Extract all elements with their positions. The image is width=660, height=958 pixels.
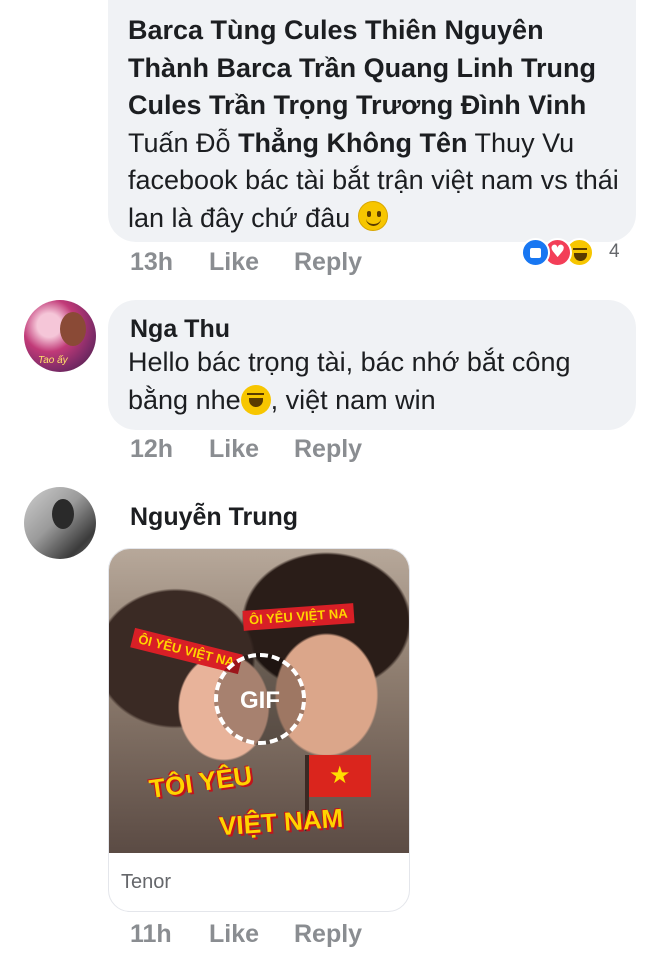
like-button[interactable]: Like xyxy=(209,248,259,277)
comment-author[interactable]: Nga Thu xyxy=(130,315,230,344)
reply-button[interactable]: Reply xyxy=(294,248,362,277)
mentioned-names[interactable]: Barca Tùng Cules Thiên Nguyên Thành Barc… xyxy=(128,15,596,120)
comment-author[interactable]: Nguyễn Trung xyxy=(130,503,298,532)
reaction-count: 4 xyxy=(609,241,620,262)
gif-image[interactable]: ÔI YÊU VIỆT NA ÔI YÊU VIỆT NA TÔI YÊU VI… xyxy=(109,549,409,853)
comment-timestamp[interactable]: 13h xyxy=(130,248,173,277)
headband-text: ÔI YÊU VIỆT NA xyxy=(242,603,355,631)
mention-name[interactable]: Tuấn Đỗ xyxy=(128,128,238,158)
gif-source-label[interactable]: Tenor xyxy=(121,871,171,894)
gif-badge-label: GIF xyxy=(240,687,280,714)
gif-caption: VIỆT NAM xyxy=(218,802,345,842)
comment-body-text: , việt nam win xyxy=(270,384,436,415)
reply-button[interactable]: Reply xyxy=(294,920,362,949)
laughing-emoji-icon xyxy=(240,384,271,415)
avatar-caption: Tao ấy xyxy=(38,355,68,366)
comment-timestamp[interactable]: 11h xyxy=(130,920,172,949)
comment-text: Hello bác trọng tài, bác nhớ bắt công bằ… xyxy=(128,344,628,419)
avatar[interactable] xyxy=(24,487,96,559)
reaction-summary[interactable]: 4 xyxy=(521,238,633,268)
gif-caption: TÔI YÊU xyxy=(147,759,255,805)
comment-text: Barca Tùng Cules Thiên Nguyên Thành Barc… xyxy=(128,12,628,237)
gif-play-button[interactable]: GIF xyxy=(214,653,306,745)
comment-timestamp[interactable]: 12h xyxy=(130,435,173,464)
avatar[interactable]: Tao ấy xyxy=(24,300,96,372)
vietnam-flag-icon xyxy=(309,755,371,797)
smile-emoji-icon xyxy=(357,200,388,231)
like-reaction-icon xyxy=(521,238,550,267)
mention-name[interactable]: Thẳng Không Tên xyxy=(238,128,467,158)
gif-attachment[interactable]: ÔI YÊU VIỆT NA ÔI YÊU VIỆT NA TÔI YÊU VI… xyxy=(108,548,410,912)
like-button[interactable]: Like xyxy=(209,435,259,464)
reply-button[interactable]: Reply xyxy=(294,435,362,464)
like-button[interactable]: Like xyxy=(209,920,259,949)
